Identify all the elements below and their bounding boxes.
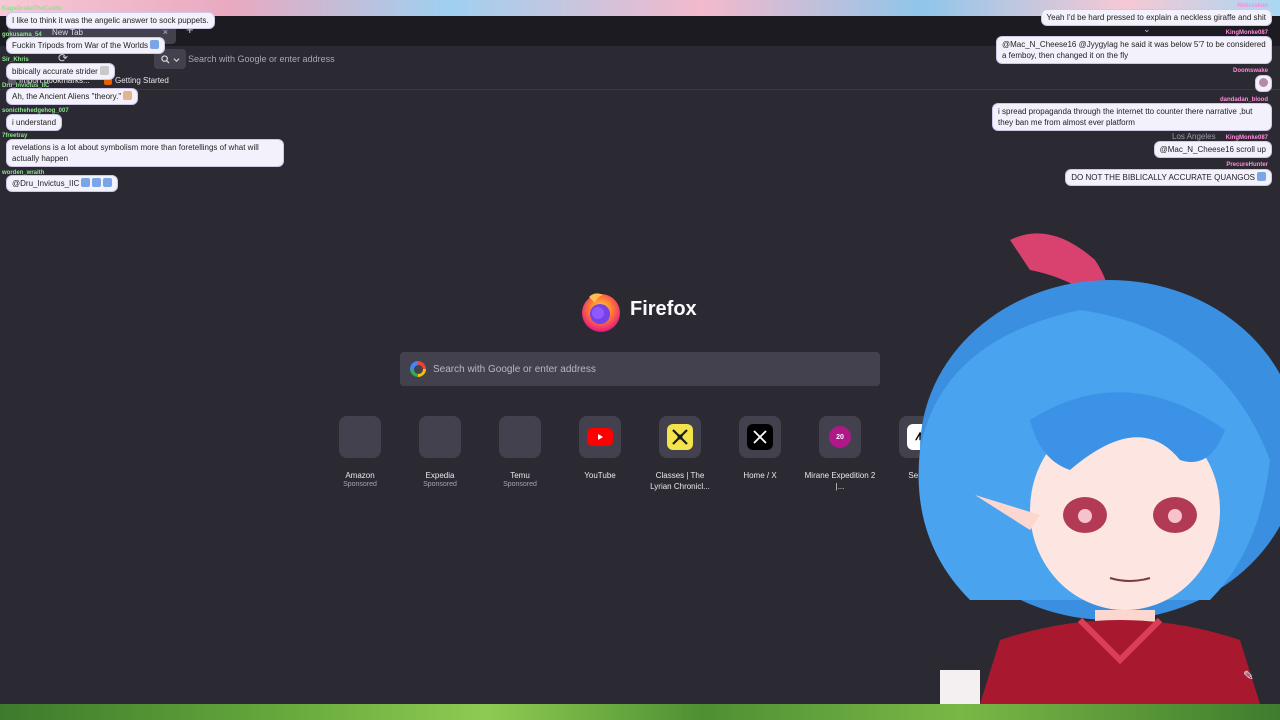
address-bar[interactable]: Search with Google or enter address bbox=[154, 49, 984, 69]
chat-message-text: Fuckin Tripods from War of the Worlds bbox=[12, 41, 149, 50]
chat-message-text: @Dru_Invictus_IIC bbox=[12, 179, 80, 188]
shortcut-x[interactable]: Home / X bbox=[720, 416, 800, 481]
bookmark-label: Getting Started bbox=[115, 76, 169, 85]
emote-icon bbox=[1257, 172, 1266, 181]
emote-icon bbox=[81, 178, 91, 187]
chat-message bbox=[1255, 75, 1272, 92]
shortcut-title: Home / X bbox=[743, 471, 777, 480]
emote-icon bbox=[103, 178, 113, 187]
x-tile bbox=[739, 416, 781, 458]
shortcut-title: Mirane Expedition 2 |... bbox=[804, 471, 876, 491]
chat-message: i spread propaganda through the internet… bbox=[992, 103, 1272, 131]
emote-icon bbox=[123, 91, 133, 100]
bookmarks-toolbar: Import bookmarks... Getting Started bbox=[0, 72, 1280, 90]
mirane-icon: 20 bbox=[829, 426, 851, 448]
expedia-icon bbox=[419, 416, 461, 458]
edit-icon[interactable]: ✎ bbox=[1243, 668, 1259, 684]
chat-message: Fuckin Tripods from War of the Worlds bbox=[6, 37, 166, 54]
shortcut-title: Classes | The Lyrian Chronicl... bbox=[650, 471, 710, 491]
chat-message-text: bibically accurate strider bbox=[12, 67, 98, 76]
shortcut-sponsored: Sponsored bbox=[423, 481, 457, 488]
emote-icon bbox=[1259, 78, 1268, 87]
shortcut-title: Expedia bbox=[425, 471, 455, 480]
chat-message-text: DO NOT THE BIBLICALLY ACCURATE QUANGOS bbox=[1071, 173, 1255, 182]
newtab-search-placeholder: Search with Google or enter address bbox=[433, 363, 596, 375]
shortcut-sponsored: Sponsored bbox=[343, 481, 377, 488]
temu-icon bbox=[499, 416, 541, 458]
mirane-tile: 20 bbox=[819, 416, 861, 458]
chat-message-text: Ah, the Ancient Aliens "theory." bbox=[12, 92, 122, 101]
shortcut-youtube[interactable]: YouTube bbox=[560, 416, 640, 481]
shortcut-lyrian-chronicles[interactable]: Classes | The Lyrian Chronicl... bbox=[640, 416, 720, 492]
emote-icon bbox=[92, 178, 102, 187]
shortcut-amazon[interactable]: Amazon Sponsored bbox=[320, 416, 400, 488]
chat-message: Yeah I'd be hard pressed to explain a ne… bbox=[1040, 9, 1272, 26]
x-icon bbox=[747, 424, 773, 450]
chevron-down-icon bbox=[173, 57, 179, 62]
chat-message: DO NOT THE BIBLICALLY ACCURATE QUANGOS bbox=[1065, 169, 1272, 186]
shortcut-temu[interactable]: Temu Sponsored bbox=[480, 416, 560, 488]
chat-message: I like to think it was the angelic answe… bbox=[6, 12, 215, 29]
lyrian-tile bbox=[659, 416, 701, 458]
search-icon bbox=[160, 54, 170, 64]
weather-location: Los Angeles bbox=[1172, 132, 1216, 141]
swords-icon bbox=[667, 424, 693, 450]
address-bar-placeholder: Search with Google or enter address bbox=[188, 54, 335, 64]
brand-name: Firefox bbox=[630, 298, 697, 320]
chat-message: Ah, the Ancient Aliens "theory." bbox=[6, 88, 139, 105]
emote-icon bbox=[150, 40, 160, 49]
chat-username: Doomswake bbox=[1232, 68, 1268, 74]
shortcut-title: Temu bbox=[510, 471, 530, 480]
chat-message: bibically accurate strider bbox=[6, 63, 115, 80]
chat-message: @Mac_N_Cheese16 scroll up bbox=[1153, 141, 1272, 158]
chat-message: @Dru_Invictus_IIC bbox=[6, 175, 119, 192]
shortcut-title: Amazon bbox=[345, 471, 375, 480]
youtube-tile bbox=[579, 416, 621, 458]
amazon-icon bbox=[339, 416, 381, 458]
top-sites: Amazon Sponsored Expedia Sponsored Temu … bbox=[320, 416, 940, 496]
stream-background-bottom bbox=[0, 704, 1280, 720]
shortcut-mirane[interactable]: 20 Mirane Expedition 2 |... bbox=[800, 416, 880, 492]
shortcut-title: YouTube bbox=[584, 471, 616, 480]
mirane-badge: 20 bbox=[836, 433, 844, 441]
google-icon bbox=[410, 361, 426, 377]
chat-message: revelations is a lot about symbolism mor… bbox=[6, 139, 284, 167]
newtab-search-box[interactable]: Search with Google or enter address bbox=[400, 352, 880, 386]
shortcut-expedia[interactable]: Expedia Sponsored bbox=[400, 416, 480, 488]
chat-message: @Mac_N_Cheese16 @Jyygylag he said it was… bbox=[996, 36, 1272, 64]
emote-icon bbox=[99, 66, 109, 75]
youtube-icon bbox=[587, 428, 613, 446]
chat-message: i understand bbox=[6, 114, 63, 131]
firefox-logo-icon bbox=[582, 293, 620, 332]
chat-username: PrecureHunter bbox=[1226, 162, 1268, 168]
vtuber-avatar bbox=[918, 233, 1280, 704]
shortcut-sponsored: Sponsored bbox=[503, 481, 537, 488]
